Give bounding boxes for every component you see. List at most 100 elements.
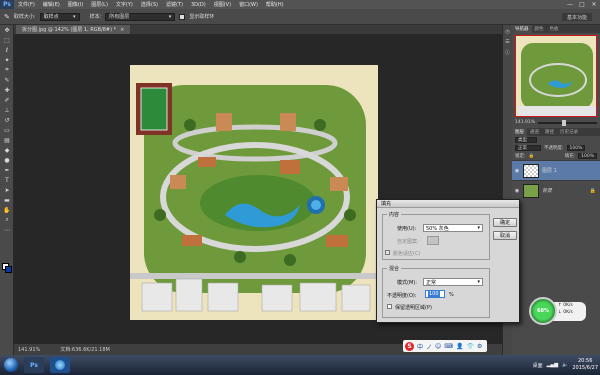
sample-size-label: 取样大小: — [13, 14, 36, 20]
shape-tool-icon[interactable]: ▬ — [0, 195, 14, 205]
tab-color[interactable]: 颜色 — [532, 25, 547, 33]
close-icon[interactable]: × — [120, 27, 124, 33]
clone-stamp-tool-icon[interactable]: ⊥ — [0, 105, 14, 115]
minimize-button[interactable]: — — [564, 0, 576, 9]
dodge-tool-icon[interactable]: ● — [0, 155, 14, 165]
hand-tool-icon[interactable]: ✋ — [0, 205, 14, 215]
ime-user-icon[interactable]: 👤 — [456, 343, 463, 350]
sample-size-select[interactable]: 取样点 ▾ — [39, 12, 80, 21]
properties-icon[interactable]: ☰ — [503, 39, 512, 49]
layer-thumbnail — [523, 183, 539, 198]
history-icon[interactable]: ◷ — [503, 29, 512, 39]
cancel-button[interactable]: 取消 — [493, 231, 517, 240]
workspace-select[interactable]: 基本功能 — [562, 13, 592, 21]
layers-tabs: 图层 通道 路径 历史记录 — [512, 128, 600, 136]
menu-type[interactable]: 文字(Y) — [112, 1, 137, 8]
sample-select[interactable]: 所有图层 ▾ — [105, 12, 176, 21]
marquee-tool-icon[interactable]: ⬚ — [0, 35, 14, 45]
zoom-slider[interactable] — [538, 119, 597, 126]
menu-window[interactable]: 窗口(W) — [235, 1, 262, 8]
layer-kind-select[interactable]: 类型 — [515, 137, 537, 143]
zoom-level[interactable]: 141.91% — [18, 347, 40, 353]
lasso-tool-icon[interactable]: ℓ — [0, 45, 14, 55]
menu-select[interactable]: 选择(S) — [137, 1, 162, 8]
tab-layers[interactable]: 图层 — [512, 128, 527, 136]
move-tool-icon[interactable]: ✥ — [0, 25, 14, 35]
clock[interactable]: 20:56 2015/6/27 — [572, 358, 598, 372]
ime-settings-icon[interactable]: ⚙ — [477, 343, 482, 350]
tab-swatches[interactable]: 色板 — [547, 25, 562, 33]
zoom-tool-icon[interactable]: ⌕ — [0, 215, 14, 225]
zoom-slider-handle[interactable] — [561, 119, 566, 126]
menu-3d[interactable]: 3D(D) — [187, 2, 210, 8]
menu-edit[interactable]: 编辑(E) — [39, 1, 64, 8]
menu-image[interactable]: 图像(I) — [64, 1, 87, 8]
fill-input[interactable]: 100% — [578, 153, 597, 159]
preserve-transparency-checkbox[interactable] — [387, 304, 392, 309]
eyedropper-icon[interactable]: ✎ — [4, 13, 10, 21]
menu-layer[interactable]: 图层(L) — [87, 1, 112, 8]
blend-row: 正常 不透明度: 100% — [512, 144, 600, 152]
ime-punctuation-icon[interactable]: ノ — [426, 342, 432, 351]
background-color-swatch[interactable] — [5, 266, 12, 273]
upload-speed: ↑ 0K/s — [558, 303, 573, 308]
ime-chinese-icon[interactable]: 中 — [417, 342, 423, 351]
start-button[interactable] — [4, 358, 18, 372]
menu-file[interactable]: 文件(F) — [14, 1, 39, 8]
blur-tool-icon[interactable]: ◆ — [0, 145, 14, 155]
blend-mode-select[interactable]: 正常 — [515, 145, 541, 151]
gradient-tool-icon[interactable]: ▤ — [0, 135, 14, 145]
desktop-label[interactable]: 桌面 — [533, 362, 543, 369]
layer-row[interactable]: ◉ 图层 1 — [512, 160, 600, 180]
menu-view[interactable]: 视图(V) — [210, 1, 235, 8]
ime-emoji-icon[interactable]: ☺ — [435, 343, 441, 350]
sogou-logo[interactable]: S — [405, 341, 414, 351]
tab-paths[interactable]: 路径 — [542, 128, 557, 136]
maximize-button[interactable]: □ — [576, 0, 588, 9]
opacity-input[interactable]: 100 — [425, 290, 445, 298]
eye-icon[interactable]: ◉ — [514, 168, 520, 174]
system-tray: 桌面 ▂▄▆ 🔈 20:56 2015/6/27 — [533, 355, 598, 375]
browser-taskbar-icon[interactable] — [50, 357, 70, 373]
volume-icon[interactable]: 🔈 — [562, 362, 568, 368]
photoshop-taskbar-icon[interactable]: Ps — [24, 357, 44, 373]
close-button[interactable]: ✕ — [588, 0, 600, 9]
network-usage-ball[interactable]: 68% — [529, 297, 557, 325]
document-tab[interactable]: 拆分图.jpg @ 142% (图层 1, RGB/8#) * × — [16, 25, 131, 34]
ime-skin-icon[interactable]: 👕 — [466, 343, 473, 350]
fill-label: 填充: — [564, 154, 576, 159]
chevron-down-icon: ▾ — [168, 13, 172, 20]
eraser-tool-icon[interactable]: ▭ — [0, 125, 14, 135]
menu-filter[interactable]: 滤镜(T) — [162, 1, 187, 8]
brush-tool-icon[interactable]: ✐ — [0, 95, 14, 105]
tab-navigator[interactable]: 导航器 — [512, 25, 532, 33]
extra-tools-icon[interactable]: ⋯ — [0, 225, 14, 235]
type-tool-icon[interactable]: T — [0, 175, 14, 185]
navigator-zoom-value[interactable]: 141.91% — [515, 120, 535, 125]
crop-tool-icon[interactable]: ⌗ — [0, 65, 14, 75]
eyedropper-tool-icon[interactable]: ✎ — [0, 75, 14, 85]
opacity-label: 不透明度(O): — [387, 293, 417, 299]
use-select[interactable]: 50% 灰色 ▾ — [423, 224, 483, 232]
show-ring-checkbox[interactable] — [179, 13, 186, 20]
use-label: 使用(U): — [397, 226, 417, 232]
navigator-preview[interactable] — [515, 35, 597, 117]
ok-button[interactable]: 确定 — [493, 218, 517, 227]
tab-channels[interactable]: 通道 — [527, 128, 542, 136]
history-brush-tool-icon[interactable]: ↺ — [0, 115, 14, 125]
info-icon[interactable]: ⓘ — [503, 49, 512, 59]
eye-icon[interactable]: ◉ — [514, 188, 520, 194]
tab-history[interactable]: 历史记录 — [557, 128, 581, 136]
lock-icon[interactable]: 🔒 — [529, 154, 535, 159]
path-selection-tool-icon[interactable]: ➤ — [0, 185, 14, 195]
menu-help[interactable]: 帮助(H) — [262, 1, 288, 8]
ime-keyboard-icon[interactable]: ⌨ — [444, 343, 453, 350]
opacity-input[interactable]: 100% — [566, 145, 586, 151]
magic-wand-tool-icon[interactable]: ✦ — [0, 55, 14, 65]
healing-brush-tool-icon[interactable]: ✚ — [0, 85, 14, 95]
pen-tool-icon[interactable]: ✒ — [0, 165, 14, 175]
mode-select[interactable]: 正常 ▾ — [423, 278, 483, 286]
layer-row[interactable]: ◉ 背景 🔒 — [512, 180, 600, 200]
network-icon[interactable]: ▂▄▆ — [547, 362, 559, 368]
download-speed-value: 0K/s — [563, 310, 573, 315]
